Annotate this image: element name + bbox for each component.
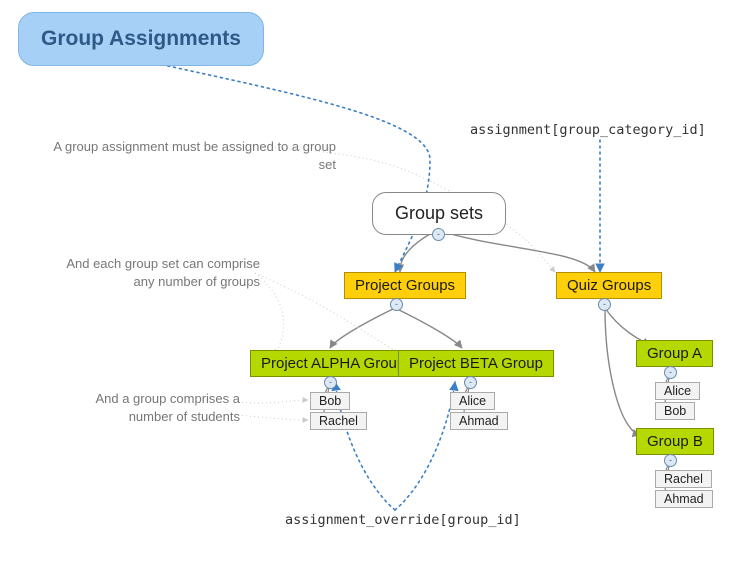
api-label-override: assignment_override[group_id] — [285, 512, 521, 528]
student-node[interactable]: Bob — [310, 392, 350, 410]
collapse-icon[interactable]: - — [390, 298, 403, 311]
collapse-icon[interactable]: - — [432, 228, 445, 241]
student-node[interactable]: Alice — [450, 392, 495, 410]
collapse-icon[interactable]: - — [464, 376, 477, 389]
annotation-groups: And each group set can comprise any numb… — [20, 255, 260, 290]
collapse-icon[interactable]: - — [598, 298, 611, 311]
node-project-alpha[interactable]: Project ALPHA Group — [250, 350, 416, 377]
student-node[interactable]: Bob — [655, 402, 695, 420]
collapse-icon[interactable]: - — [664, 366, 677, 379]
collapse-icon[interactable]: - — [664, 454, 677, 467]
node-project-beta[interactable]: Project BETA Group — [398, 350, 554, 377]
student-node[interactable]: Rachel — [655, 470, 712, 488]
annotation-group-set: A group assignment must be assigned to a… — [36, 138, 336, 173]
node-group-b[interactable]: Group B — [636, 428, 714, 455]
student-node[interactable]: Rachel — [310, 412, 367, 430]
student-node[interactable]: Ahmad — [450, 412, 508, 430]
collapse-icon[interactable]: - — [324, 376, 337, 389]
annotation-students: And a group comprises a number of studen… — [60, 390, 240, 425]
node-project-groups[interactable]: Project Groups — [344, 272, 466, 299]
student-node[interactable]: Ahmad — [655, 490, 713, 508]
node-group-a[interactable]: Group A — [636, 340, 713, 367]
diagram-title: Group Assignments — [18, 12, 264, 66]
student-node[interactable]: Alice — [655, 382, 700, 400]
node-quiz-groups[interactable]: Quiz Groups — [556, 272, 662, 299]
api-label-category: assignment[group_category_id] — [470, 122, 706, 138]
